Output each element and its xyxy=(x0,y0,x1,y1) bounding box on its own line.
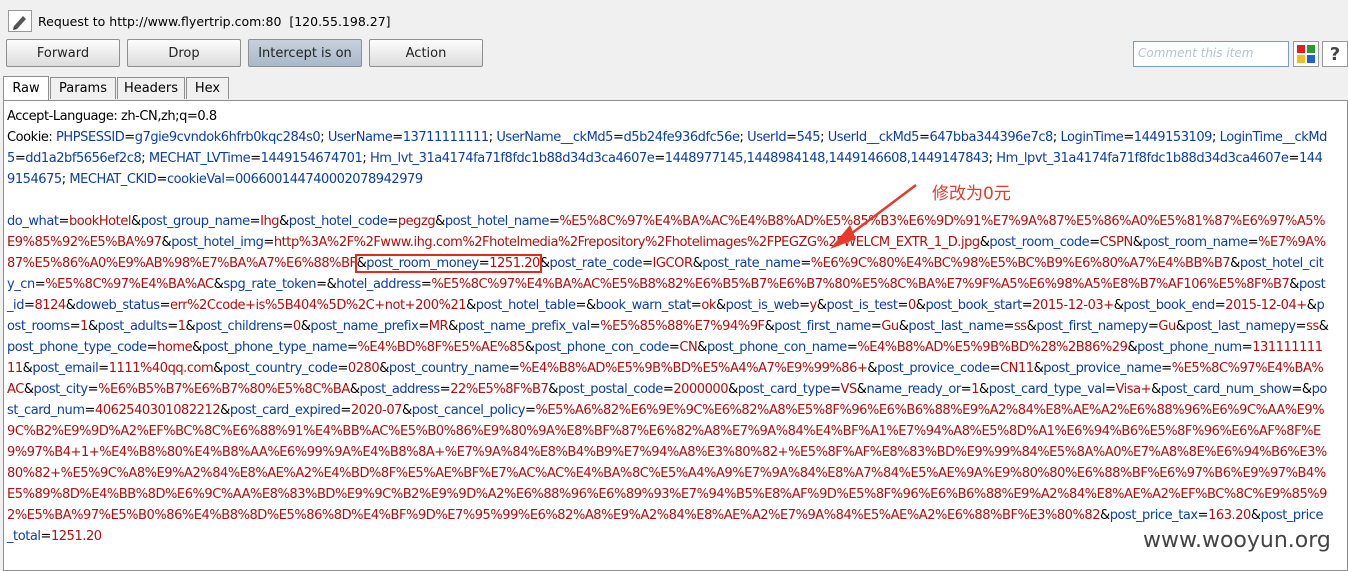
tab-hex[interactable]: Hex xyxy=(186,77,229,99)
request-title: Request to http://www.flyertrip.com:80 [… xyxy=(38,14,391,29)
pencil-icon[interactable] xyxy=(8,10,32,32)
tab-headers[interactable]: Headers xyxy=(117,77,185,99)
drop-button[interactable]: Drop xyxy=(127,39,241,67)
annotation-text: 修改为0元 xyxy=(932,184,1011,204)
raw-request-editor[interactable]: Accept-Language: zh-CN,zh;q=0.8 Cookie: … xyxy=(3,100,1348,571)
action-button[interactable]: Action xyxy=(369,39,483,67)
annotation-arrow-icon xyxy=(830,184,917,249)
tab-raw[interactable]: Raw xyxy=(3,76,49,100)
tab-params[interactable]: Params xyxy=(50,77,116,99)
help-icon[interactable]: ? xyxy=(1322,41,1348,67)
watermark: www.wooyun.org xyxy=(1143,528,1331,553)
intercept-toggle-button[interactable]: Intercept is on xyxy=(248,39,362,67)
highlight-color-icon[interactable] xyxy=(1293,41,1319,67)
request-titlebar: Request to http://www.flyertrip.com:80 [… xyxy=(0,0,1348,38)
comment-input[interactable]: Comment this item xyxy=(1133,41,1289,67)
forward-button[interactable]: Forward xyxy=(6,39,120,67)
